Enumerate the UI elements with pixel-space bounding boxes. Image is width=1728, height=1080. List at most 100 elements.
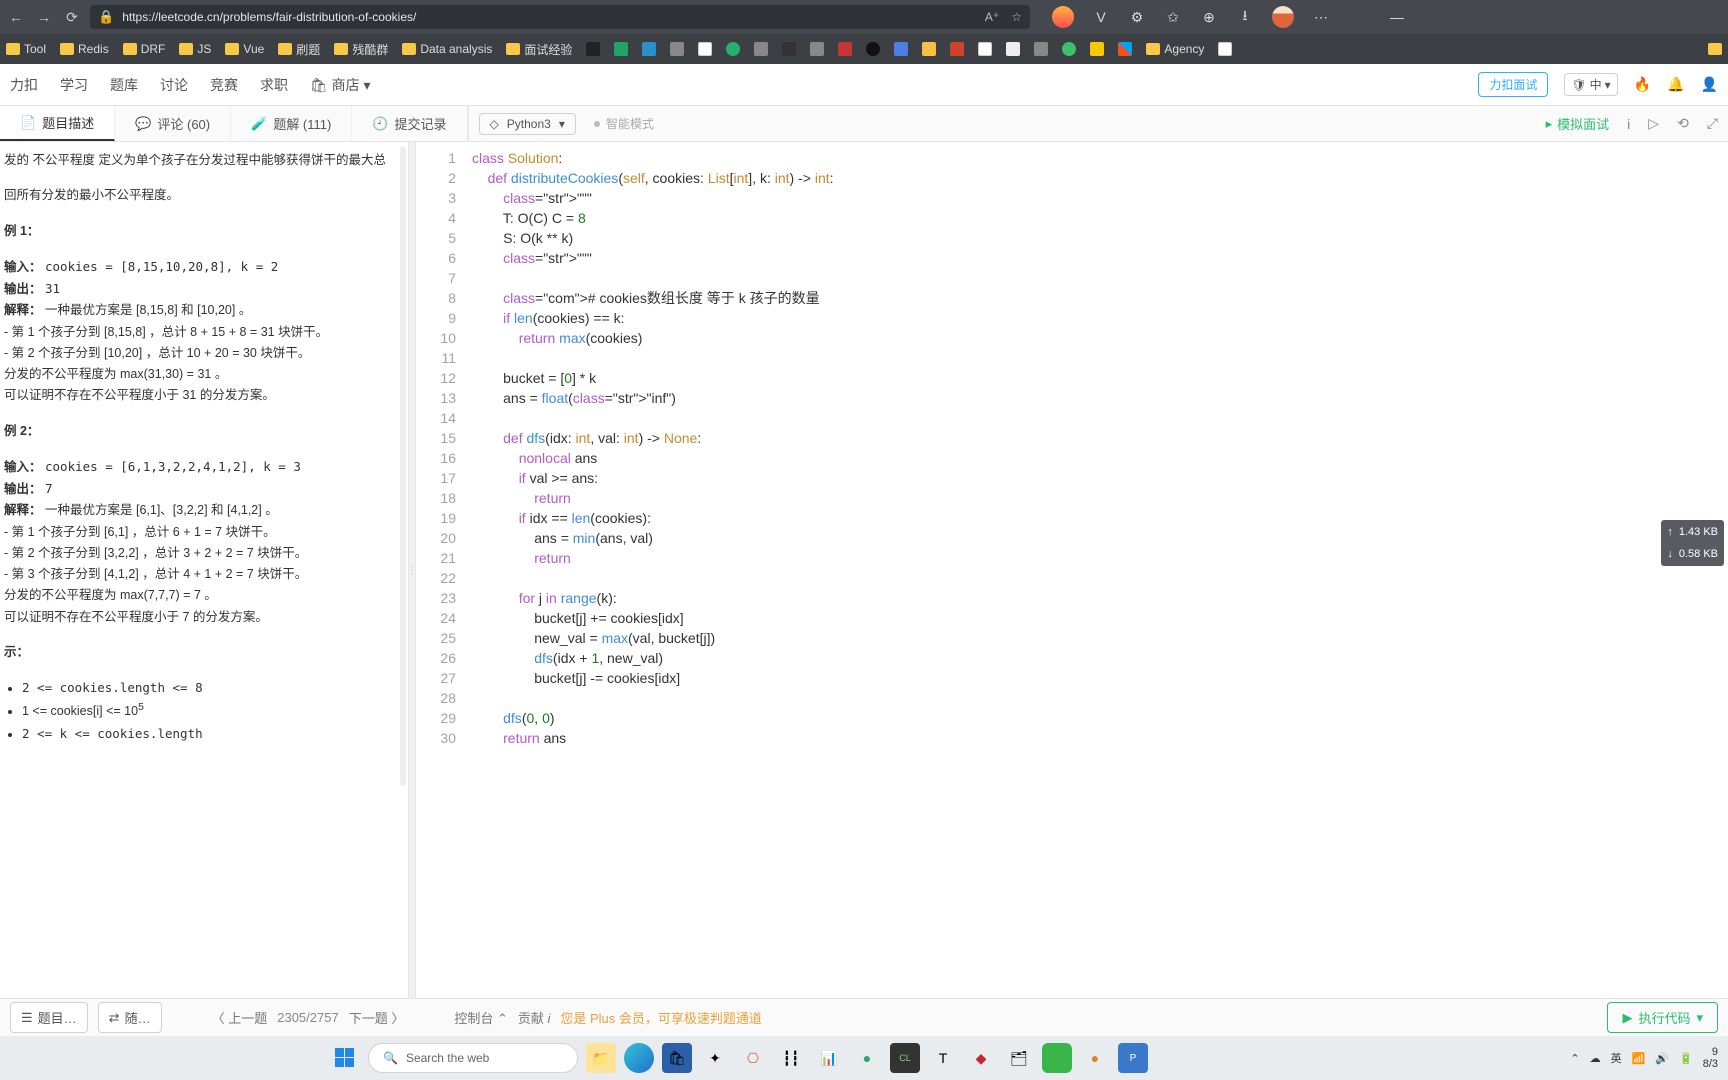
- tab-comments[interactable]: 💬评论 (60): [115, 106, 231, 141]
- taskbar-search[interactable]: 🔍 Search the web: [368, 1043, 578, 1073]
- bookmark-cankuqun[interactable]: 残酷群: [334, 41, 388, 58]
- bookmark-icon-sheets[interactable]: [614, 42, 628, 56]
- nav-refresh-icon[interactable]: ⟳: [62, 7, 82, 27]
- bell-icon[interactable]: 🔔: [1667, 76, 1684, 93]
- bookmark-icon-green2[interactable]: [1062, 42, 1076, 56]
- profile-avatar-icon[interactable]: [1052, 6, 1074, 28]
- language-select[interactable]: ◇ Python3 ▾: [479, 113, 576, 135]
- interview-button[interactable]: 力扣面试: [1478, 72, 1548, 97]
- taskbar-wechat-icon[interactable]: [1042, 1043, 1072, 1073]
- bookmark-interview[interactable]: 面试经验: [506, 41, 572, 58]
- downloads-icon[interactable]: ⭳: [1236, 8, 1254, 26]
- run-icon[interactable]: ▷: [1648, 115, 1659, 132]
- bookmark-icon-doc[interactable]: [1006, 42, 1020, 56]
- bookmark-shuati[interactable]: 刷题: [278, 41, 320, 58]
- nav-back-icon[interactable]: ←: [6, 7, 26, 27]
- scrollbar[interactable]: [400, 146, 406, 786]
- bookmark-icon-blue[interactable]: [894, 42, 908, 56]
- star-icon[interactable]: ☆: [1011, 10, 1022, 24]
- taskbar-app2-icon[interactable]: ⎔: [738, 1043, 768, 1073]
- nav-forward-icon[interactable]: →: [34, 7, 54, 27]
- bookmark-vue[interactable]: Vue: [225, 42, 264, 56]
- tray-cloud-icon[interactable]: ☁: [1590, 1052, 1601, 1065]
- taskbar-app7-icon[interactable]: ◆: [966, 1043, 996, 1073]
- tray-battery-icon[interactable]: 🔋: [1679, 1052, 1693, 1065]
- tab-solutions[interactable]: 🧪题解 (111): [231, 106, 352, 141]
- code-editor[interactable]: 1234567891011121314151617181920212223242…: [416, 142, 1728, 998]
- bookmark-agency[interactable]: Agency: [1146, 42, 1204, 56]
- tray-wifi-icon[interactable]: 📶: [1632, 1052, 1646, 1065]
- tray-lang-icon[interactable]: 英: [1611, 1050, 1622, 1066]
- bookmark-icon-wiki[interactable]: [698, 42, 712, 56]
- nav-learn[interactable]: 学习: [60, 75, 88, 95]
- taskbar-edge-icon[interactable]: [624, 1043, 654, 1073]
- nav-store[interactable]: 🛍 商店 ▾: [310, 75, 371, 95]
- bookmark-js[interactable]: JS: [179, 42, 211, 56]
- taskbar-app10-icon[interactable]: P: [1118, 1043, 1148, 1073]
- bookmark-icon-misc4[interactable]: [866, 42, 880, 56]
- fire-icon[interactable]: 🔥: [1634, 76, 1651, 93]
- bookmark-icon-trello[interactable]: [642, 42, 656, 56]
- user-icon[interactable]: 👤: [1701, 76, 1718, 93]
- bookmark-drf[interactable]: DRF: [123, 42, 166, 56]
- collections-icon[interactable]: ⊕: [1200, 8, 1218, 26]
- contribute-link[interactable]: 贡献 i: [518, 1008, 551, 1027]
- nav-contest[interactable]: 竞赛: [210, 75, 238, 95]
- taskbar-store-icon[interactable]: 🛍: [662, 1043, 692, 1073]
- console-toggle[interactable]: 控制台 ⌃: [454, 1008, 508, 1027]
- taskbar-app5-icon[interactable]: ●: [852, 1043, 882, 1073]
- bookmark-overflow-icon[interactable]: [1708, 43, 1722, 55]
- bookmark-data-analysis[interactable]: Data analysis: [402, 42, 492, 56]
- taskbar-clion-icon[interactable]: CL: [890, 1043, 920, 1073]
- next-problem-button[interactable]: 下一题 〉: [349, 1008, 405, 1027]
- bookmark-icon-y[interactable]: [922, 42, 936, 56]
- nav-jobs[interactable]: 求职: [260, 75, 288, 95]
- ext-v-icon[interactable]: V: [1092, 8, 1110, 26]
- more-icon[interactable]: ⋯: [1312, 8, 1330, 26]
- tab-description[interactable]: 📄题目描述: [0, 106, 115, 141]
- nav-problems[interactable]: 题库: [110, 75, 138, 95]
- start-button[interactable]: [330, 1043, 360, 1073]
- bookmark-icon-red[interactable]: [838, 42, 852, 56]
- bookmark-icon-misc5[interactable]: [1034, 42, 1048, 56]
- bookmark-icon-misc2[interactable]: [754, 42, 768, 56]
- reset-icon[interactable]: ⟲: [1677, 115, 1689, 132]
- favorites-icon[interactable]: ✩: [1164, 8, 1182, 26]
- bookmark-redis[interactable]: Redis: [60, 42, 109, 56]
- bookmark-icon-github[interactable]: [586, 42, 600, 56]
- nav-leetcode[interactable]: 力扣: [10, 75, 38, 95]
- bookmark-icon-misc1[interactable]: [670, 42, 684, 56]
- tray-volume-icon[interactable]: 🔊: [1655, 1052, 1669, 1065]
- reader-icon[interactable]: A⁺: [985, 10, 999, 24]
- taskbar-app9-icon[interactable]: ●: [1080, 1043, 1110, 1073]
- random-button[interactable]: ⇄ 随…: [98, 1002, 162, 1033]
- bookmark-tool[interactable]: Tool: [6, 42, 46, 56]
- prev-problem-button[interactable]: 〈 上一题: [212, 1008, 268, 1027]
- taskbar-app4-icon[interactable]: 📊: [814, 1043, 844, 1073]
- bookmark-icon-hack[interactable]: [1090, 42, 1104, 56]
- taskbar-app3-icon[interactable]: ┇┇: [776, 1043, 806, 1073]
- smart-mode-label[interactable]: 智能模式: [594, 115, 654, 132]
- run-code-button[interactable]: ▶ 执行代码 ▾: [1607, 1002, 1718, 1033]
- taskbar-app1-icon[interactable]: ✦: [700, 1043, 730, 1073]
- nav-discuss[interactable]: 讨论: [160, 75, 188, 95]
- user-avatar-icon[interactable]: [1272, 6, 1294, 28]
- lang-toggle[interactable]: 🛡 中 ▾: [1564, 73, 1617, 96]
- bookmark-icon-google[interactable]: [1218, 42, 1232, 56]
- bookmark-icon-green[interactable]: [726, 42, 740, 56]
- bookmark-icon-g[interactable]: [950, 42, 964, 56]
- bookmark-icon-ms[interactable]: [1118, 42, 1132, 56]
- minimize-icon[interactable]: ―: [1388, 8, 1406, 26]
- info-icon[interactable]: i: [1627, 116, 1630, 132]
- taskbar-app8-icon[interactable]: 🗂: [1004, 1043, 1034, 1073]
- code-area[interactable]: class Solution: def distributeCookies(se…: [466, 142, 834, 998]
- taskbar-app6-icon[interactable]: T: [928, 1043, 958, 1073]
- bookmark-icon-misc3[interactable]: [810, 42, 824, 56]
- expand-icon[interactable]: ⤢: [1707, 115, 1718, 132]
- bookmark-icon-v[interactable]: [978, 42, 992, 56]
- address-bar[interactable]: 🔒 https://leetcode.cn/problems/fair-dist…: [90, 5, 1030, 29]
- bookmark-icon-grad[interactable]: [782, 42, 796, 56]
- ext-cog-icon[interactable]: ⚙: [1128, 8, 1146, 26]
- problem-list-button[interactable]: ☰ 题目…: [10, 1002, 88, 1033]
- taskbar-explorer-icon[interactable]: 📁: [586, 1043, 616, 1073]
